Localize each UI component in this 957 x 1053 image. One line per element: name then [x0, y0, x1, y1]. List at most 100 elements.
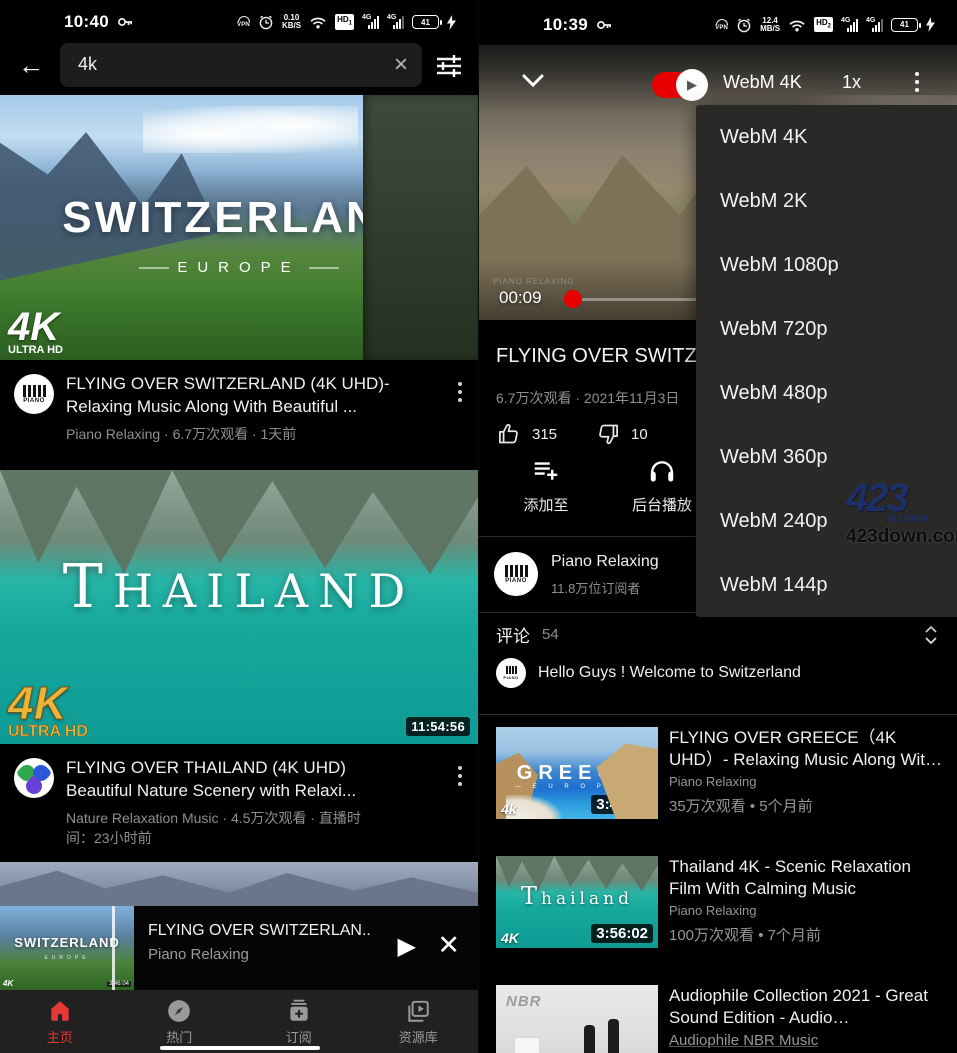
- speaker-art: [584, 1025, 595, 1053]
- player-menu-icon[interactable]: [909, 70, 925, 94]
- channel-avatar[interactable]: PIANO: [494, 552, 538, 596]
- channel-subscribers: 11.8万位订阅者: [551, 578, 640, 597]
- library-icon: [405, 998, 431, 1024]
- nav-trending[interactable]: 热门: [120, 990, 240, 1053]
- left-screen: 10:40 VPN 0.10KB/S HD1 4G 4G 41 ← 4k ×: [0, 0, 478, 1053]
- related-thumbnail[interactable]: GREECE — E U R O P E — 4k 3:46:56: [496, 727, 658, 819]
- search-query[interactable]: 4k: [78, 54, 394, 75]
- collapse-player-icon[interactable]: [519, 71, 547, 91]
- vpn-icon: VPN: [237, 16, 250, 28]
- video-info-switzerland[interactable]: PIANO FLYING OVER SWITZERLAND (4K UHD)- …: [0, 360, 478, 470]
- quality-button[interactable]: WebM 4K: [723, 72, 802, 93]
- channel-avatar[interactable]: [14, 758, 54, 798]
- autoplay-toggle[interactable]: ▶: [652, 72, 702, 98]
- menu-item-webm-144p[interactable]: WebM 144p: [696, 553, 957, 617]
- related-thumbnail[interactable]: NBR: [496, 985, 658, 1053]
- menu-item-webm-1080p[interactable]: WebM 1080p: [696, 233, 957, 297]
- clock: 10:39: [543, 15, 588, 35]
- mini-play-button[interactable]: ▶: [398, 932, 416, 961]
- video-thumbnail-switzerland[interactable]: SWITZERLAND —— EUROPE —— 4K ULTRA HD 3:4…: [0, 95, 478, 360]
- playback-speed-button[interactable]: 1x: [842, 72, 861, 93]
- piano-logo-icon: [506, 666, 517, 674]
- menu-item-webm-480p[interactable]: WebM 480p: [696, 361, 957, 425]
- nav-library[interactable]: 资源库: [359, 990, 479, 1053]
- mini-close-button[interactable]: ✕: [437, 930, 460, 961]
- video-meta: Piano Relaxing · 6.7万次观看 · 1天前: [66, 424, 434, 444]
- key-icon: [117, 14, 134, 30]
- video-meta-line2: 间：23小时前: [66, 828, 434, 848]
- mini-player-title: FLYING OVER SWITZERLAN..: [148, 922, 478, 940]
- comments-count: 54: [542, 626, 559, 643]
- compass-icon: [166, 998, 192, 1024]
- clouds-art: [143, 106, 358, 154]
- thumb-subtitle: —— EUROPE ——: [0, 259, 478, 276]
- signal-icon-sim2: 4G: [866, 17, 883, 33]
- top-comment[interactable]: PIANO Hello Guys ! Welcome to Switzerlan…: [479, 658, 957, 688]
- 4k-badge: 4K: [501, 930, 519, 946]
- more-options-icon[interactable]: [458, 766, 462, 786]
- channel-name[interactable]: Piano Relaxing: [551, 553, 659, 571]
- mini-player[interactable]: SWITZERLAND EUROPE 4K 3:46:04 FLYING OVE…: [0, 906, 478, 990]
- status-bar-right: 10:39 VPN 12.4MB/S HD2 4G 4G 41: [479, 0, 957, 45]
- wifi-icon: [788, 18, 806, 32]
- duration-badge: 3:56:02: [591, 924, 653, 943]
- progress-handle[interactable]: [564, 290, 582, 308]
- net-speed: 12.4MB/S: [760, 17, 780, 33]
- current-time: 00:09: [499, 288, 542, 308]
- related-title: Thailand 4K - Scenic Relaxation Film Wit…: [669, 856, 947, 900]
- related-video-greece[interactable]: GREECE — E U R O P E — 4k 3:46:56 FLYING…: [496, 727, 957, 819]
- nav-home[interactable]: 主页: [0, 990, 120, 1053]
- comments-header[interactable]: 评论 54: [479, 622, 957, 647]
- player-controls: ▶ WebM 4K 1x: [479, 67, 957, 103]
- home-icon: [47, 998, 73, 1024]
- video-title-line2: Beautiful Nature Scenery with Relaxi...: [66, 779, 434, 802]
- related-meta: 100万次观看 • 7个月前: [669, 924, 947, 945]
- clock: 10:40: [64, 12, 109, 32]
- menu-item-webm-720p[interactable]: WebM 720p: [696, 297, 957, 361]
- alarm-icon: [736, 17, 752, 33]
- right-screen: 10:39 VPN 12.4MB/S HD2 4G 4G 41 ▶: [478, 0, 957, 1053]
- channel-avatar[interactable]: PIANO: [14, 374, 54, 414]
- related-channel: Piano Relaxing: [669, 774, 947, 789]
- mini-4k-badge: 4K: [3, 979, 13, 988]
- back-arrow-icon[interactable]: ←: [14, 50, 48, 80]
- search-bar: ← 4k ×: [0, 40, 478, 95]
- filter-icon[interactable]: [434, 51, 464, 79]
- nbr-logo: NBR: [506, 993, 542, 1010]
- mini-player-text[interactable]: FLYING OVER SWITZERLAN.. Piano Relaxing: [134, 906, 478, 990]
- progress-bar[interactable]: [572, 298, 702, 301]
- autoplay-play-icon: ▶: [676, 69, 708, 101]
- dislike-button[interactable]: 10: [595, 421, 648, 447]
- video-title-line1: FLYING OVER SWITZERLAND (4K UHD)-: [66, 372, 434, 395]
- nav-subscriptions[interactable]: 订阅: [239, 990, 359, 1053]
- charging-bolt-icon: [926, 17, 935, 32]
- key-icon: [596, 17, 613, 33]
- channel-watermark: PIANO RELAXING: [493, 277, 575, 286]
- more-options-icon[interactable]: [458, 382, 462, 402]
- related-channel: Audiophile NBR Music: [669, 1032, 947, 1049]
- signal-icon-sim1: 4G: [362, 14, 379, 30]
- menu-item-webm-4k[interactable]: WebM 4K: [696, 105, 957, 169]
- comment-text: Hello Guys ! Welcome to Switzerland: [538, 664, 801, 682]
- video-thumbnail-thailand[interactable]: THAILAND 4K ULTRA HD 11:54:56: [0, 470, 478, 744]
- related-video-thailand[interactable]: Thailand 4K 3:56:02 Thailand 4K - Scenic…: [496, 856, 957, 948]
- add-to-button[interactable]: 添加至: [491, 456, 601, 515]
- comments-expand-icon[interactable]: [922, 624, 940, 646]
- mini-player-thumbnail[interactable]: SWITZERLAND EUROPE 4K 3:46:04: [0, 906, 134, 990]
- divider: [479, 714, 957, 715]
- video-thumbnail-partial[interactable]: [0, 862, 478, 906]
- related-title: FLYING OVER GREECE（4K UHD）- Relaxing Mus…: [669, 727, 947, 771]
- duration-badge: 11:54:56: [406, 717, 470, 736]
- 4k-badge: 4k: [501, 801, 517, 817]
- clear-search-icon[interactable]: ×: [394, 55, 408, 75]
- video-title-line2: Relaxing Music Along With Beautiful ...: [66, 395, 434, 418]
- gesture-bar[interactable]: [160, 1046, 320, 1050]
- subscriptions-icon: [286, 998, 312, 1024]
- duration-badge: 3:46:04: [413, 333, 470, 352]
- like-button[interactable]: 315: [496, 421, 557, 447]
- menu-item-webm-2k[interactable]: WebM 2K: [696, 169, 957, 233]
- search-input[interactable]: 4k ×: [60, 43, 422, 87]
- related-video-audiophile[interactable]: NBR Audiophile Collection 2021 - Great S…: [496, 985, 957, 1053]
- video-info-thailand[interactable]: FLYING OVER THAILAND (4K UHD) Beautiful …: [0, 744, 478, 862]
- related-thumbnail[interactable]: Thailand 4K 3:56:02: [496, 856, 658, 948]
